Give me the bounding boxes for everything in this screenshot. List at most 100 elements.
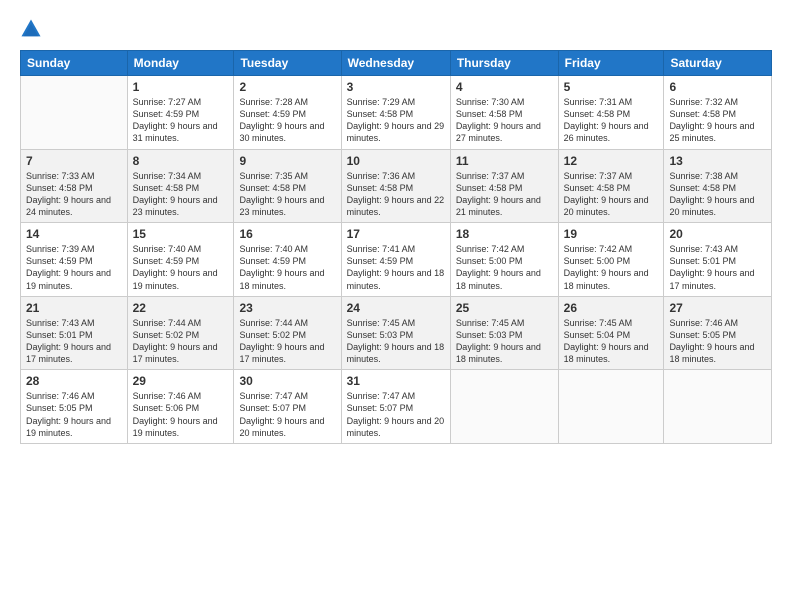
day-number: 12 (564, 154, 659, 168)
calendar-cell: 24 Sunrise: 7:45 AMSunset: 5:03 PMDayligh… (341, 296, 450, 370)
calendar-cell: 13Sunrise: 7:38 AMSunset: 4:58 PMDayligh… (664, 149, 772, 223)
day-info: Sunrise: 7:40 AMSunset: 4:59 PMDaylight:… (239, 243, 335, 292)
calendar-cell: 25Sunrise: 7:45 AMSunset: 5:03 PMDayligh… (450, 296, 558, 370)
day-number: 10 (347, 154, 445, 168)
day-number: 4 (456, 80, 553, 94)
calendar-header-row: SundayMondayTuesdayWednesdayThursdayFrid… (21, 51, 772, 76)
day-info: Sunrise: 7:36 AMSunset: 4:58 PMDaylight:… (347, 170, 445, 219)
day-info: Sunrise: 7:40 AMSunset: 4:59 PMDaylight:… (133, 243, 229, 292)
day-info: Sunrise: 7:33 AMSunset: 4:58 PMDaylight:… (26, 170, 122, 219)
day-number: 6 (669, 80, 766, 94)
calendar-cell: 11Sunrise: 7:37 AMSunset: 4:58 PMDayligh… (450, 149, 558, 223)
day-number: 5 (564, 80, 659, 94)
calendar-week-3: 14Sunrise: 7:39 AMSunset: 4:59 PMDayligh… (21, 223, 772, 297)
calendar-cell: 2 Sunrise: 7:28 AMSunset: 4:59 PMDaylight… (234, 76, 341, 150)
day-info: Sunrise: 7:45 AMSunset: 5:03 PMDaylight:… (456, 317, 553, 366)
day-info: Sunrise: 7:29 AMSunset: 4:58 PMDaylight:… (347, 96, 445, 145)
calendar-header-friday: Friday (558, 51, 664, 76)
calendar-cell: 28 Sunrise: 7:46 AMSunset: 5:05 PMDayligh… (21, 370, 128, 444)
day-number: 17 (347, 227, 445, 241)
day-info: Sunrise: 7:30 AMSunset: 4:58 PMDaylight:… (456, 96, 553, 145)
calendar-cell: 18 Sunrise: 7:42 AMSunset: 5:00 PMDayligh… (450, 223, 558, 297)
calendar-cell: 14Sunrise: 7:39 AMSunset: 4:59 PMDayligh… (21, 223, 128, 297)
calendar-header-tuesday: Tuesday (234, 51, 341, 76)
day-number: 8 (133, 154, 229, 168)
day-info: Sunrise: 7:44 AMSunset: 5:02 PMDaylight:… (133, 317, 229, 366)
day-number: 28 (26, 374, 122, 388)
calendar-cell: 27Sunrise: 7:46 AMSunset: 5:05 PMDayligh… (664, 296, 772, 370)
day-info: Sunrise: 7:44 AMSunset: 5:02 PMDaylight:… (239, 317, 335, 366)
day-info: Sunrise: 7:31 AMSunset: 4:58 PMDaylight:… (564, 96, 659, 145)
calendar-header-monday: Monday (127, 51, 234, 76)
day-info: Sunrise: 7:32 AMSunset: 4:58 PMDaylight:… (669, 96, 766, 145)
calendar-cell: 30Sunrise: 7:47 AMSunset: 5:07 PMDayligh… (234, 370, 341, 444)
calendar-cell (450, 370, 558, 444)
calendar-cell: 16 Sunrise: 7:40 AMSunset: 4:59 PMDayligh… (234, 223, 341, 297)
day-number: 22 (133, 301, 229, 315)
day-number: 29 (133, 374, 229, 388)
day-number: 1 (133, 80, 229, 94)
day-number: 24 (347, 301, 445, 315)
day-info: Sunrise: 7:35 AMSunset: 4:58 PMDaylight:… (239, 170, 335, 219)
calendar-table: SundayMondayTuesdayWednesdayThursdayFrid… (20, 50, 772, 444)
day-info: Sunrise: 7:45 AMSunset: 5:03 PMDaylight:… (347, 317, 445, 366)
calendar-cell: 15 Sunrise: 7:40 AMSunset: 4:59 PMDayligh… (127, 223, 234, 297)
day-info: Sunrise: 7:27 AMSunset: 4:59 PMDaylight:… (133, 96, 229, 145)
calendar-cell: 17 Sunrise: 7:41 AMSunset: 4:59 PMDayligh… (341, 223, 450, 297)
day-info: Sunrise: 7:28 AMSunset: 4:59 PMDaylight:… (239, 96, 335, 145)
calendar-cell: 6 Sunrise: 7:32 AMSunset: 4:58 PMDaylight… (664, 76, 772, 150)
calendar-cell (558, 370, 664, 444)
calendar-header-saturday: Saturday (664, 51, 772, 76)
day-info: Sunrise: 7:46 AMSunset: 5:05 PMDaylight:… (26, 390, 122, 439)
day-info: Sunrise: 7:42 AMSunset: 5:00 PMDaylight:… (564, 243, 659, 292)
calendar-header-wednesday: Wednesday (341, 51, 450, 76)
day-info: Sunrise: 7:34 AMSunset: 4:58 PMDaylight:… (133, 170, 229, 219)
header (20, 18, 772, 40)
day-number: 18 (456, 227, 553, 241)
day-number: 19 (564, 227, 659, 241)
calendar-cell (664, 370, 772, 444)
day-info: Sunrise: 7:47 AMSunset: 5:07 PMDaylight:… (239, 390, 335, 439)
day-info: Sunrise: 7:37 AMSunset: 4:58 PMDaylight:… (456, 170, 553, 219)
day-number: 26 (564, 301, 659, 315)
day-number: 3 (347, 80, 445, 94)
day-number: 9 (239, 154, 335, 168)
calendar-cell: 1 Sunrise: 7:27 AMSunset: 4:59 PMDaylight… (127, 76, 234, 150)
calendar-week-5: 28 Sunrise: 7:46 AMSunset: 5:05 PMDayligh… (21, 370, 772, 444)
calendar-cell: 10 Sunrise: 7:36 AMSunset: 4:58 PMDayligh… (341, 149, 450, 223)
calendar-cell: 31 Sunrise: 7:47 AMSunset: 5:07 PMDayligh… (341, 370, 450, 444)
day-number: 15 (133, 227, 229, 241)
day-number: 27 (669, 301, 766, 315)
day-number: 7 (26, 154, 122, 168)
day-info: Sunrise: 7:37 AMSunset: 4:58 PMDaylight:… (564, 170, 659, 219)
day-info: Sunrise: 7:47 AMSunset: 5:07 PMDaylight:… (347, 390, 445, 439)
calendar-cell: 19 Sunrise: 7:42 AMSunset: 5:00 PMDayligh… (558, 223, 664, 297)
calendar-header-sunday: Sunday (21, 51, 128, 76)
calendar-week-1: 1 Sunrise: 7:27 AMSunset: 4:59 PMDaylight… (21, 76, 772, 150)
calendar-cell: 23Sunrise: 7:44 AMSunset: 5:02 PMDayligh… (234, 296, 341, 370)
day-number: 14 (26, 227, 122, 241)
calendar-week-2: 7 Sunrise: 7:33 AMSunset: 4:58 PMDaylight… (21, 149, 772, 223)
calendar-week-4: 21Sunrise: 7:43 AMSunset: 5:01 PMDayligh… (21, 296, 772, 370)
calendar-cell: 22 Sunrise: 7:44 AMSunset: 5:02 PMDayligh… (127, 296, 234, 370)
day-number: 2 (239, 80, 335, 94)
logo (20, 18, 46, 40)
calendar-cell: 4 Sunrise: 7:30 AMSunset: 4:58 PMDaylight… (450, 76, 558, 150)
day-info: Sunrise: 7:42 AMSunset: 5:00 PMDaylight:… (456, 243, 553, 292)
day-info: Sunrise: 7:45 AMSunset: 5:04 PMDaylight:… (564, 317, 659, 366)
page: SundayMondayTuesdayWednesdayThursdayFrid… (0, 0, 792, 612)
day-info: Sunrise: 7:43 AMSunset: 5:01 PMDaylight:… (669, 243, 766, 292)
calendar-header-thursday: Thursday (450, 51, 558, 76)
day-info: Sunrise: 7:41 AMSunset: 4:59 PMDaylight:… (347, 243, 445, 292)
calendar-cell: 5 Sunrise: 7:31 AMSunset: 4:58 PMDaylight… (558, 76, 664, 150)
calendar-cell: 12 Sunrise: 7:37 AMSunset: 4:58 PMDayligh… (558, 149, 664, 223)
calendar-cell: 21Sunrise: 7:43 AMSunset: 5:01 PMDayligh… (21, 296, 128, 370)
calendar-cell: 26 Sunrise: 7:45 AMSunset: 5:04 PMDayligh… (558, 296, 664, 370)
day-number: 31 (347, 374, 445, 388)
calendar-cell: 7 Sunrise: 7:33 AMSunset: 4:58 PMDaylight… (21, 149, 128, 223)
day-info: Sunrise: 7:46 AMSunset: 5:06 PMDaylight:… (133, 390, 229, 439)
day-number: 20 (669, 227, 766, 241)
day-number: 16 (239, 227, 335, 241)
day-info: Sunrise: 7:43 AMSunset: 5:01 PMDaylight:… (26, 317, 122, 366)
day-info: Sunrise: 7:38 AMSunset: 4:58 PMDaylight:… (669, 170, 766, 219)
